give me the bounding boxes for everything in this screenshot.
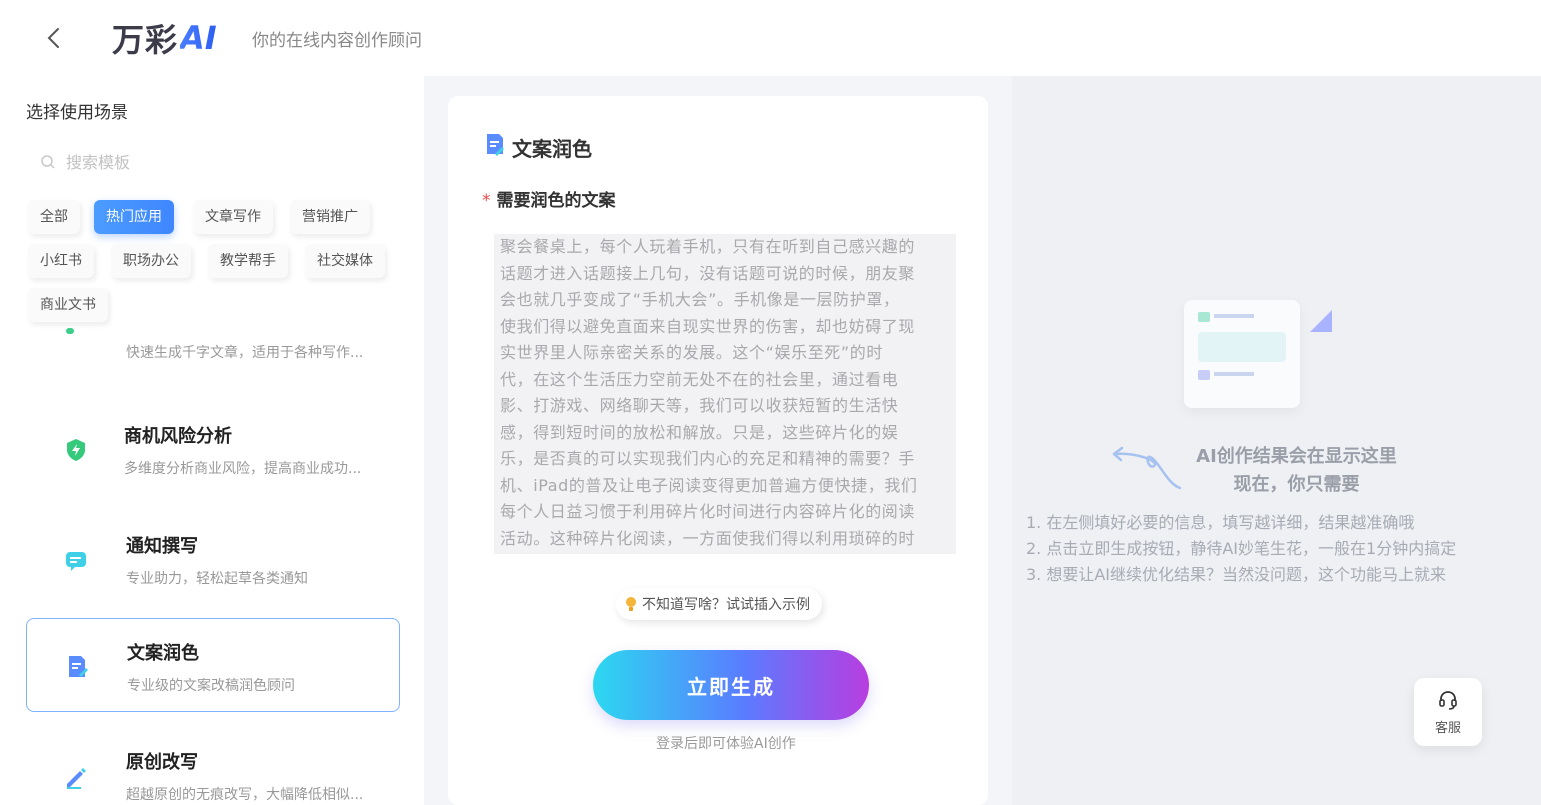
chip-xiaohongshu[interactable]: 小红书 [28,244,94,278]
chip-all[interactable]: 全部 [28,200,80,234]
insert-example-button[interactable]: 不知道写啥？试试插入示例 [616,588,822,620]
form-title: 文案润色 [512,137,592,161]
textarea-line: 活动。这种碎片化阅读，一方面使我们得以利用琐碎的时 [500,528,916,548]
step-item: 2. 点击立即生成按钮，静待AI妙笔生花，一般在1分钟内搞定 [1026,539,1457,558]
copy-textarea[interactable]: 聚会餐桌上，每个人玩着手机，只有在听到自己感兴趣的 话题才进入话题接上几句，没有话… [494,234,956,554]
card-desc: 快速生成千字文章，适用于各种写作... [126,345,364,361]
textarea-line: 机、iPad的普及让电子阅读变得更加普遍方便快捷，我们 [500,475,918,495]
login-note: 登录后即可体验AI创作 [656,736,796,752]
template-card-risk-analysis[interactable]: 商机风险分析 多维度分析商业风险，提高商业成功... [26,402,400,496]
textarea-line: 代，在这个生活压力空前无处不在的社会里，通过看电 [500,369,899,389]
logo-ai-mark: AI [180,19,217,57]
card-desc: 专业助力，轻松起草各类通知 [126,571,308,587]
textarea-line: 话题才进入话题接上几句，没有话题可说的时候，朋友聚 [500,263,916,283]
customer-service-button[interactable]: 客服 [1414,678,1482,746]
search-icon [41,155,55,169]
textarea-line: 会也就几乎变成了“手机大会”。手机像是一层防护罩， [500,290,900,309]
pencil-icon [67,768,86,789]
result-headline: AI创作结果会在显示这里 [1196,446,1397,467]
result-panel: AI创作结果会在显示这里 现在，你只需要 1. 在左侧填好必要的信息，填写越详细… [1012,76,1541,805]
template-search [26,142,396,182]
template-card-notice[interactable]: 通知撰写 专业助力，轻松起草各类通知 [26,512,400,606]
field-label: * 需要润色的文案 [482,186,616,211]
scenario-sidebar: 选择使用场景 全部 热门应用 文章写作 营销推广 小红书 职场办公 教学帮手 社… [0,76,424,805]
document-pen-icon [69,656,88,677]
form-panel: 文案润色 * 需要润色的文案 聚会餐桌上，每个人玩着手机，只有在听到自己感兴趣的话… [448,96,988,805]
logo-text: 万彩 [112,21,179,59]
template-card-rewrite[interactable]: 原创改写 超越原创的无痕改写，大幅降低相似... [26,728,400,805]
textarea-line: 乐，是否真的可以实现我们内心的充足和精神的需要？手 [500,449,916,468]
card-desc: 多维度分析商业风险，提高商业成功... [124,461,362,477]
app-tagline: 你的在线内容创作顾问 [252,31,422,51]
card-desc: 专业级的文案改稿润色顾问 [127,678,295,694]
sidebar-title: 选择使用场景 [26,103,128,123]
shield-lightning-icon [67,439,85,461]
card-desc: 超越原创的无痕改写，大幅降低相似... [126,787,364,803]
result-subheadline: 现在，你只需要 [1233,474,1360,495]
field-label-text: 需要润色的文案 [496,191,616,211]
chip-hot-apps[interactable]: 热门应用 [94,200,174,234]
card-title: 商机风险分析 [124,426,232,447]
article-icon [66,328,74,334]
template-card-copy-polish[interactable]: 文案润色 专业级的文案改稿润色顾问 [26,618,400,712]
service-label: 客服 [1434,720,1461,736]
instruction-steps: 1. 在左侧填好必要的信息，填写越详细，结果越准确哦 2. 点击立即生成按钮，静… [1026,510,1526,588]
template-card-article[interactable]: 快速生成千字文章，适用于各种写作... [26,316,400,376]
chip-article-writing[interactable]: 文章写作 [193,200,273,234]
card-title: 文案润色 [127,643,199,664]
app-logo[interactable]: 万彩 AI [112,16,217,60]
generate-button[interactable]: 立即生成 [593,650,869,720]
result-placeholder-illustration [1184,300,1334,420]
textarea-line: 每个人日益习惯于利用碎片化时间进行内容碎片化的阅读 [500,502,916,521]
step-item: 3. 想要让AI继续优化结果？当然没问题，这个功能马上就来 [1026,565,1447,584]
textarea-line: 影、打游戏、网络聊天等，我们可以收获短暂的生活快 [500,396,899,415]
hint-text: 不知道写啥？试试插入示例 [642,597,810,613]
chip-social-media[interactable]: 社交媒体 [305,244,385,278]
required-mark: * [482,191,491,211]
textarea-line: 聚会餐桌上，每个人玩着手机，只有在听到自己感兴趣的 [500,237,916,256]
lightbulb-icon [626,597,636,611]
chevron-left-icon [47,28,59,48]
textarea-line: 实世界里人际亲密关系的发展。这个“娱乐至死”的时 [500,343,883,362]
textarea-line: 间获取信息，另一方面也让我们在不知不觉中丧失了深度 [500,552,950,554]
textarea-line: 感，得到短时间的放松和解放。只是，这些碎片化的娱 [500,422,899,442]
headset-icon [1439,690,1457,710]
document-pen-icon [487,134,504,156]
card-title: 原创改写 [126,752,198,773]
chip-marketing[interactable]: 营销推广 [290,200,370,234]
step-item: 1. 在左侧填好必要的信息，填写越详细，结果越准确哦 [1026,513,1415,532]
chip-teaching[interactable]: 教学帮手 [208,244,288,278]
back-button[interactable] [38,22,70,54]
chip-office[interactable]: 职场办公 [111,244,191,278]
textarea-line: 使我们得以避免直面来自现实世界的伤害，却也妨碍了现 [500,316,916,336]
message-icon [66,552,86,571]
top-header: 万彩 AI 你的在线内容创作顾问 [0,0,1541,76]
search-input[interactable] [66,152,366,172]
card-title: 通知撰写 [126,536,198,557]
